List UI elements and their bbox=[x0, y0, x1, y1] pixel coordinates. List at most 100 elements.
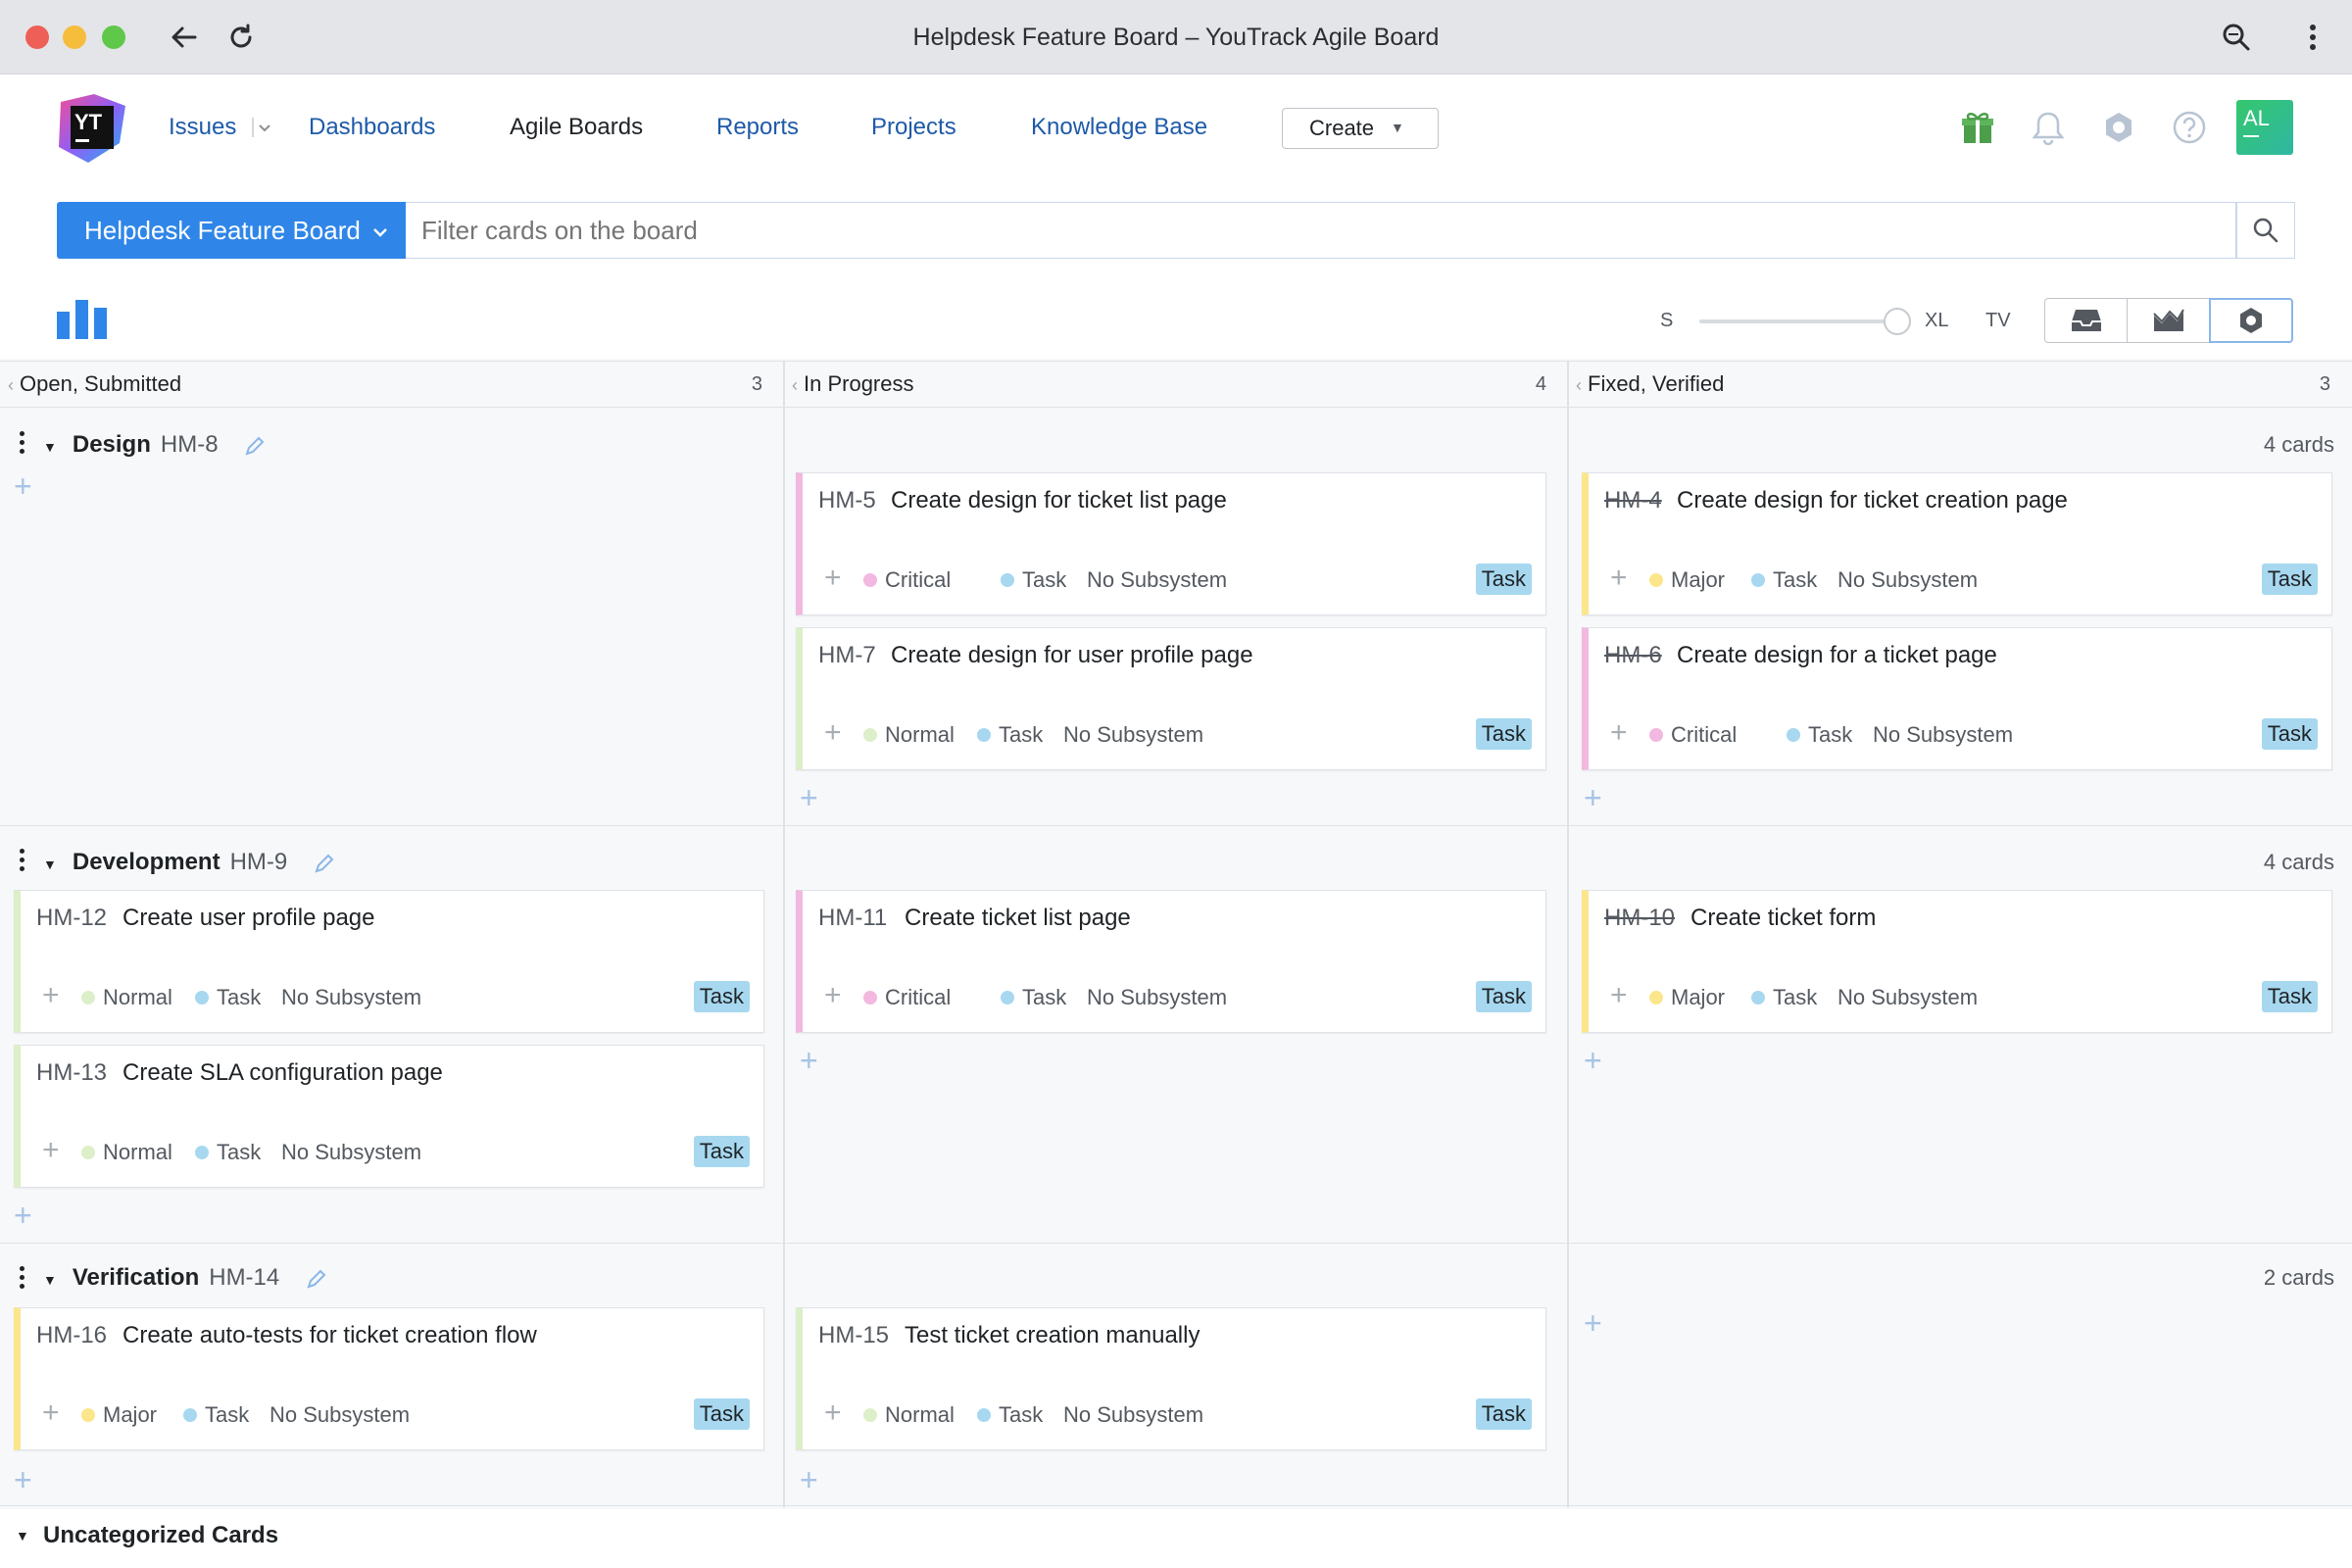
issue-id[interactable]: HM-6 bbox=[1604, 642, 1662, 669]
swimlane-id[interactable]: HM-14 bbox=[209, 1264, 279, 1291]
nav-reports[interactable]: Reports bbox=[716, 110, 799, 145]
issue-tag[interactable]: Task bbox=[693, 1136, 750, 1167]
priority-field[interactable]: Critical bbox=[1649, 722, 1737, 748]
issue-id[interactable]: HM-15 bbox=[818, 1322, 889, 1349]
issue-id[interactable]: HM-10 bbox=[1604, 905, 1675, 932]
priority-field[interactable]: Normal bbox=[863, 1402, 955, 1428]
subsystem-field[interactable]: No Subsystem bbox=[1873, 722, 2013, 748]
type-field[interactable]: Task bbox=[1751, 567, 1817, 593]
column-header-open[interactable]: ‹ Open, Submitted 3 bbox=[0, 361, 784, 408]
nav-knowledge-base[interactable]: Knowledge Base bbox=[1031, 110, 1207, 145]
issue-summary[interactable]: Create design for a ticket page bbox=[1677, 642, 1997, 669]
add-tag-icon[interactable]: + bbox=[42, 981, 60, 1010]
pencil-icon[interactable] bbox=[306, 1268, 327, 1290]
add-tag-icon[interactable]: + bbox=[824, 1398, 842, 1428]
issue-id[interactable]: HM-7 bbox=[818, 642, 876, 669]
card-size-slider[interactable] bbox=[1699, 319, 1895, 323]
type-field[interactable]: Task bbox=[1001, 567, 1066, 593]
issue-summary[interactable]: Create user profile page bbox=[122, 905, 374, 932]
type-field[interactable]: Task bbox=[195, 1140, 261, 1165]
type-field[interactable]: Task bbox=[1787, 722, 1852, 748]
subsystem-field[interactable]: No Subsystem bbox=[1063, 722, 1203, 748]
issue-id[interactable]: HM-13 bbox=[36, 1059, 107, 1087]
issue-card[interactable]: HM-15 Test ticket creation manually + Norma… bbox=[796, 1307, 1546, 1450]
issue-card[interactable]: HM-12 Create user profile page + Normal Task… bbox=[14, 890, 764, 1033]
swimlane-title[interactable]: Development bbox=[73, 849, 220, 875]
subsystem-field[interactable]: No Subsystem bbox=[1838, 567, 1978, 593]
add-card-button[interactable]: + bbox=[14, 1200, 32, 1231]
board-chart-icon[interactable] bbox=[57, 300, 108, 339]
column-header-in-progress[interactable]: ‹ In Progress 4 bbox=[784, 361, 1568, 408]
priority-field[interactable]: Major bbox=[1649, 567, 1725, 593]
subsystem-field[interactable]: No Subsystem bbox=[270, 1402, 410, 1428]
backlog-toggle[interactable] bbox=[2044, 298, 2129, 343]
notifications-button[interactable] bbox=[2027, 106, 2070, 149]
nav-agile-boards[interactable]: Agile Boards bbox=[510, 110, 643, 145]
tv-mode-button[interactable]: TV bbox=[1985, 310, 2011, 332]
nav-issues[interactable]: Issues bbox=[169, 110, 236, 145]
add-card-button[interactable]: + bbox=[800, 1464, 818, 1495]
swimlane-id[interactable]: HM-9 bbox=[230, 849, 288, 875]
swimlane-title[interactable]: Verification bbox=[73, 1264, 199, 1291]
issue-card[interactable]: HM-5 Create design for ticket list page + C… bbox=[796, 472, 1546, 615]
administration-button[interactable] bbox=[2097, 106, 2140, 149]
add-card-button[interactable]: + bbox=[1584, 782, 1602, 813]
youtrack-logo-icon[interactable]: YT bbox=[55, 92, 127, 165]
add-tag-icon[interactable]: + bbox=[824, 564, 842, 593]
swimlane-id[interactable]: HM-8 bbox=[161, 431, 219, 458]
add-tag-icon[interactable]: + bbox=[1610, 981, 1628, 1010]
help-button[interactable] bbox=[2168, 106, 2211, 149]
collapse-column-icon[interactable]: ‹ bbox=[1576, 375, 1582, 395]
back-button[interactable] bbox=[165, 18, 204, 57]
add-tag-icon[interactable]: + bbox=[824, 718, 842, 748]
issue-tag[interactable]: Task bbox=[2261, 718, 2318, 750]
subsystem-field[interactable]: No Subsystem bbox=[1063, 1402, 1203, 1428]
card-size-slider-handle[interactable] bbox=[1884, 308, 1911, 335]
issue-card[interactable]: HM-13 Create SLA configuration page + Norma… bbox=[14, 1045, 764, 1188]
filter-cards-input[interactable] bbox=[406, 202, 2236, 259]
issue-summary[interactable]: Test ticket creation manually bbox=[905, 1322, 1200, 1349]
issue-summary[interactable]: Create design for user profile page bbox=[891, 642, 1253, 669]
issue-summary[interactable]: Create design for ticket creation page bbox=[1677, 487, 2068, 514]
issue-card[interactable]: HM-7 Create design for user profile page +… bbox=[796, 627, 1546, 770]
issue-tag[interactable]: Task bbox=[1475, 564, 1532, 595]
chart-toggle[interactable] bbox=[2127, 298, 2211, 343]
create-button[interactable]: Create ▼ bbox=[1282, 108, 1439, 149]
issue-card[interactable]: HM-11 Create ticket list page + Critical Tas… bbox=[796, 890, 1546, 1033]
collapse-swimlane-icon[interactable]: ▼ bbox=[43, 439, 57, 455]
issue-id[interactable]: HM-11 bbox=[818, 905, 887, 932]
find-button[interactable] bbox=[2217, 18, 2256, 57]
browser-menu-button[interactable] bbox=[2293, 18, 2332, 57]
add-card-button[interactable]: + bbox=[14, 1464, 32, 1495]
board-settings-toggle[interactable] bbox=[2209, 298, 2293, 343]
type-field[interactable]: Task bbox=[977, 722, 1043, 748]
issue-card[interactable]: HM-4 Create design for ticket creation pa… bbox=[1582, 472, 2332, 615]
priority-field[interactable]: Critical bbox=[863, 567, 951, 593]
type-field[interactable]: Task bbox=[195, 985, 261, 1010]
close-window-button[interactable] bbox=[25, 25, 49, 49]
board-selector-button[interactable]: Helpdesk Feature Board bbox=[57, 202, 406, 259]
issues-dropdown-chevron-icon[interactable] bbox=[251, 116, 274, 139]
issue-summary[interactable]: Create ticket form bbox=[1690, 905, 1876, 932]
pencil-icon[interactable] bbox=[314, 853, 335, 874]
issue-tag[interactable]: Task bbox=[1475, 981, 1532, 1012]
subsystem-field[interactable]: No Subsystem bbox=[1087, 985, 1227, 1010]
issue-summary[interactable]: Create SLA configuration page bbox=[122, 1059, 443, 1087]
collapse-uncategorized-icon[interactable]: ▼ bbox=[16, 1509, 29, 1562]
issue-card[interactable]: HM-16 Create auto-tests for ticket creati… bbox=[14, 1307, 764, 1450]
uncategorized-cards-header[interactable]: ▼ Uncategorized Cards bbox=[0, 1509, 2352, 1568]
user-avatar[interactable]: AL bbox=[2236, 100, 2293, 155]
subsystem-field[interactable]: No Subsystem bbox=[1838, 985, 1978, 1010]
column-header-fixed[interactable]: ‹ Fixed, Verified 3 bbox=[1568, 361, 2352, 408]
add-card-button[interactable]: + bbox=[800, 1045, 818, 1076]
add-card-button[interactable]: + bbox=[1584, 1307, 1602, 1339]
minimize-window-button[interactable] bbox=[63, 25, 86, 49]
issue-tag[interactable]: Task bbox=[2261, 564, 2318, 595]
issue-tag[interactable]: Task bbox=[2261, 981, 2318, 1012]
add-tag-icon[interactable]: + bbox=[42, 1136, 60, 1165]
add-card-button[interactable]: + bbox=[14, 470, 32, 502]
whats-new-button[interactable] bbox=[1956, 106, 1999, 149]
maximize-window-button[interactable] bbox=[102, 25, 125, 49]
issue-summary[interactable]: Create auto-tests for ticket creation fl… bbox=[122, 1322, 537, 1349]
issue-id[interactable]: HM-4 bbox=[1604, 487, 1662, 514]
